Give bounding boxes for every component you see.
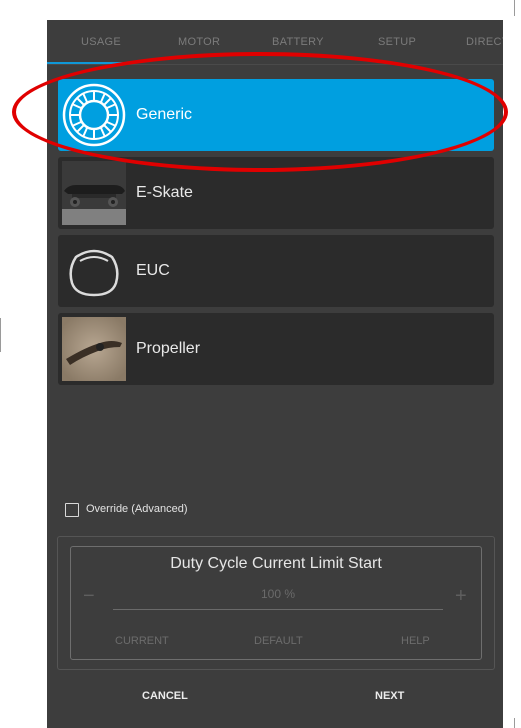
- tab-setup[interactable]: SETUP: [378, 36, 416, 48]
- parameter-panel: Duty Cycle Current Limit Start − 100 % +…: [57, 536, 495, 670]
- propeller-image: [62, 317, 126, 381]
- eskate-image: [62, 161, 126, 225]
- usage-item-eskate[interactable]: E-Skate: [58, 157, 494, 229]
- usage-item-label: Generic: [136, 106, 193, 123]
- increment-button[interactable]: +: [455, 585, 467, 608]
- help-button[interactable]: HELP: [401, 635, 430, 647]
- frame-line-right-top: [514, 0, 515, 16]
- next-button[interactable]: NEXT: [375, 690, 404, 702]
- usage-item-label: Propeller: [136, 340, 201, 357]
- usage-item-generic[interactable]: Generic: [58, 79, 494, 151]
- frame-line-left: [0, 318, 1, 352]
- usage-item-propeller[interactable]: Propeller: [58, 313, 494, 385]
- active-tab-indicator: [47, 62, 133, 64]
- parameter-editor: Duty Cycle Current Limit Start − 100 % +…: [70, 546, 482, 660]
- decrement-button[interactable]: −: [83, 585, 95, 608]
- tab-direction[interactable]: DIRECT: [466, 36, 503, 48]
- tab-motor[interactable]: MOTOR: [178, 36, 220, 48]
- euc-icon: [62, 239, 126, 303]
- wheel-icon: [62, 83, 126, 147]
- parameter-title: Duty Cycle Current Limit Start: [170, 555, 382, 572]
- tab-bar: USAGE MOTOR BATTERY SETUP DIRECT: [47, 20, 503, 65]
- value-underline: [113, 609, 443, 610]
- usage-item-euc[interactable]: EUC: [58, 235, 494, 307]
- cancel-button[interactable]: CANCEL: [142, 690, 188, 702]
- usage-item-label: E-Skate: [136, 184, 193, 201]
- tab-battery[interactable]: BATTERY: [272, 36, 324, 48]
- current-button[interactable]: CURRENT: [115, 635, 169, 647]
- usage-item-label: EUC: [136, 262, 170, 279]
- override-checkbox[interactable]: [65, 503, 79, 517]
- default-button[interactable]: DEFAULT: [254, 635, 303, 647]
- setup-wizard-dialog: USAGE MOTOR BATTERY SETUP DIRECT: [47, 20, 503, 728]
- override-label: Override (Advanced): [86, 503, 188, 515]
- tab-usage[interactable]: USAGE: [81, 36, 121, 48]
- frame-line-right-bottom: [514, 718, 515, 728]
- parameter-value[interactable]: 100 %: [113, 587, 443, 601]
